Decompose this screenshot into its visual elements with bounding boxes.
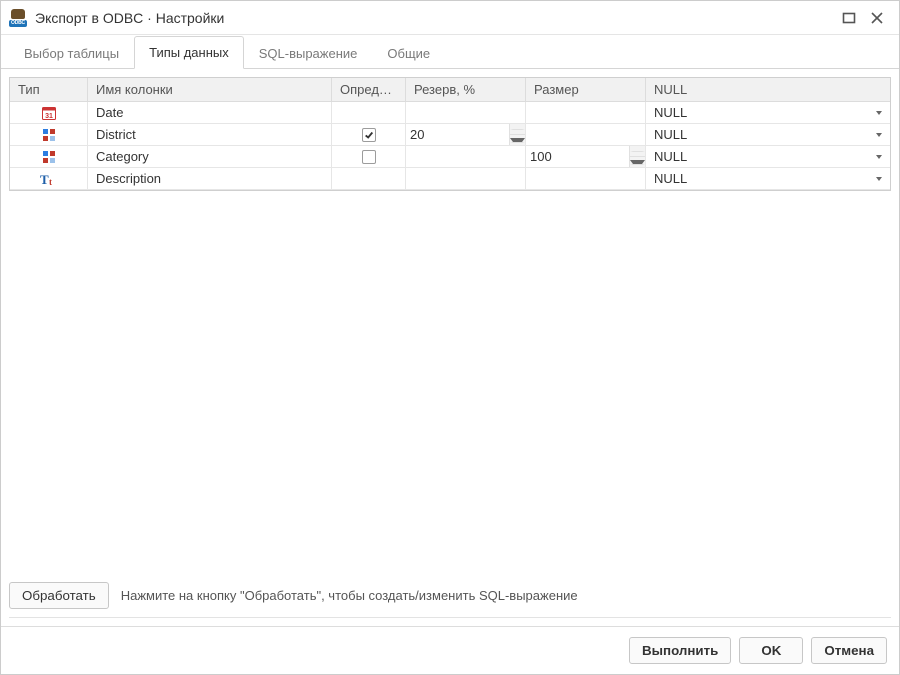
cell-null[interactable]: NULL (646, 124, 890, 145)
process-panel: Обработать Нажмите на кнопку "Обработать… (9, 574, 891, 609)
null-combo[interactable]: NULL (654, 171, 882, 186)
header-type[interactable]: Тип (10, 78, 88, 101)
text-icon: Tt (40, 171, 58, 187)
chevron-down-icon (630, 160, 645, 165)
cell-type (10, 124, 88, 145)
cell-size[interactable]: 100 (526, 146, 646, 167)
cell-name[interactable]: Category (88, 146, 332, 167)
header-reserve[interactable]: Резерв, % (406, 78, 526, 101)
settings-window: ODBC Экспорт в ODBC · Настройки Выбор та… (0, 0, 900, 675)
body-panel: Тип Имя колонки Определ… Резерв, % Разме… (1, 69, 899, 626)
window-title: Экспорт в ODBC · Настройки (35, 10, 224, 26)
cell-reserve[interactable] (406, 168, 526, 189)
columns-grid: Тип Имя колонки Определ… Резерв, % Разме… (9, 77, 891, 191)
process-hint: Нажмите на кнопку "Обработать", чтобы со… (121, 588, 578, 603)
tab-bar: Выбор таблицы Типы данных SQL-выражение … (1, 35, 899, 69)
body-divider (9, 617, 891, 618)
null-value: NULL (654, 171, 868, 186)
cell-reserve[interactable]: 20 (406, 124, 526, 145)
cell-type (10, 146, 88, 167)
chevron-down-icon (876, 177, 882, 181)
header-define[interactable]: Определ… (332, 78, 406, 101)
define-checkbox[interactable] (362, 128, 376, 142)
grid-body: 31DateNULLDistrict20NULLCategory100NULLT… (10, 102, 890, 190)
svg-text:31: 31 (45, 113, 53, 120)
dialog-footer: Выполнить OK Отмена (1, 626, 899, 674)
header-size[interactable]: Размер (526, 78, 646, 101)
cell-define (332, 124, 406, 145)
calendar-icon: 31 (41, 105, 57, 121)
cell-null[interactable]: NULL (646, 168, 890, 189)
cell-reserve[interactable] (406, 146, 526, 167)
null-value: NULL (654, 105, 868, 120)
cell-name[interactable]: Description (88, 168, 332, 189)
null-combo[interactable]: NULL (654, 105, 882, 120)
size-spinner[interactable]: 100 (526, 146, 645, 167)
size-spinner-down[interactable] (630, 157, 645, 167)
cell-null[interactable]: NULL (646, 146, 890, 167)
close-icon (870, 11, 884, 25)
chevron-up-icon (510, 129, 525, 130)
maximize-button[interactable] (835, 4, 863, 32)
null-value: NULL (654, 149, 868, 164)
maximize-icon (842, 11, 856, 25)
cell-define (332, 146, 406, 167)
close-button[interactable] (863, 4, 891, 32)
execute-button[interactable]: Выполнить (629, 637, 731, 664)
cell-name[interactable]: Date (88, 102, 332, 123)
cell-size[interactable] (526, 168, 646, 189)
cell-type: 31 (10, 102, 88, 123)
chevron-down-icon (876, 111, 882, 115)
reserve-spinner-up[interactable] (510, 124, 525, 135)
reserve-spinner[interactable]: 20 (406, 124, 525, 145)
null-combo[interactable]: NULL (654, 127, 882, 142)
cell-size[interactable] (526, 102, 646, 123)
cell-define (332, 168, 406, 189)
cell-reserve[interactable] (406, 102, 526, 123)
chevron-down-icon (876, 155, 882, 159)
header-name[interactable]: Имя колонки (88, 78, 332, 101)
tab-table-select[interactable]: Выбор таблицы (9, 37, 134, 69)
size-spinner-up[interactable] (630, 146, 645, 157)
grid-header: Тип Имя колонки Определ… Резерв, % Разме… (10, 78, 890, 102)
cell-name[interactable]: District (88, 124, 332, 145)
enum-icon (41, 149, 57, 165)
chevron-down-icon (876, 133, 882, 137)
cell-type: Tt (10, 168, 88, 189)
chevron-down-icon (510, 138, 525, 143)
tab-sql-expression[interactable]: SQL-выражение (244, 37, 373, 69)
tab-data-types[interactable]: Типы данных (134, 36, 244, 69)
null-value: NULL (654, 127, 868, 142)
svg-text:T: T (40, 172, 49, 187)
ok-button[interactable]: OK (739, 637, 803, 664)
enum-icon (41, 127, 57, 143)
chevron-up-icon (630, 151, 645, 152)
cancel-button[interactable]: Отмена (811, 637, 887, 664)
reserve-spinner-down[interactable] (510, 135, 525, 145)
table-row[interactable]: District 20 NULL (10, 124, 890, 146)
process-button[interactable]: Обработать (9, 582, 109, 609)
cell-size[interactable] (526, 124, 646, 145)
define-checkbox[interactable] (362, 150, 376, 164)
size-spinner-value[interactable]: 100 (526, 146, 629, 167)
cell-define (332, 102, 406, 123)
tab-general[interactable]: Общие (372, 37, 445, 69)
svg-text:t: t (49, 177, 52, 187)
title-bar: ODBC Экспорт в ODBC · Настройки (1, 1, 899, 35)
reserve-spinner-value[interactable]: 20 (406, 124, 509, 145)
table-row[interactable]: Tt Description NULL (10, 168, 890, 190)
app-icon: ODBC (9, 9, 27, 27)
table-row[interactable]: 31 Date NULL (10, 102, 890, 124)
null-combo[interactable]: NULL (654, 149, 882, 164)
table-row[interactable]: Category 100 NULL (10, 146, 890, 168)
header-null[interactable]: NULL (646, 78, 890, 101)
cell-null[interactable]: NULL (646, 102, 890, 123)
